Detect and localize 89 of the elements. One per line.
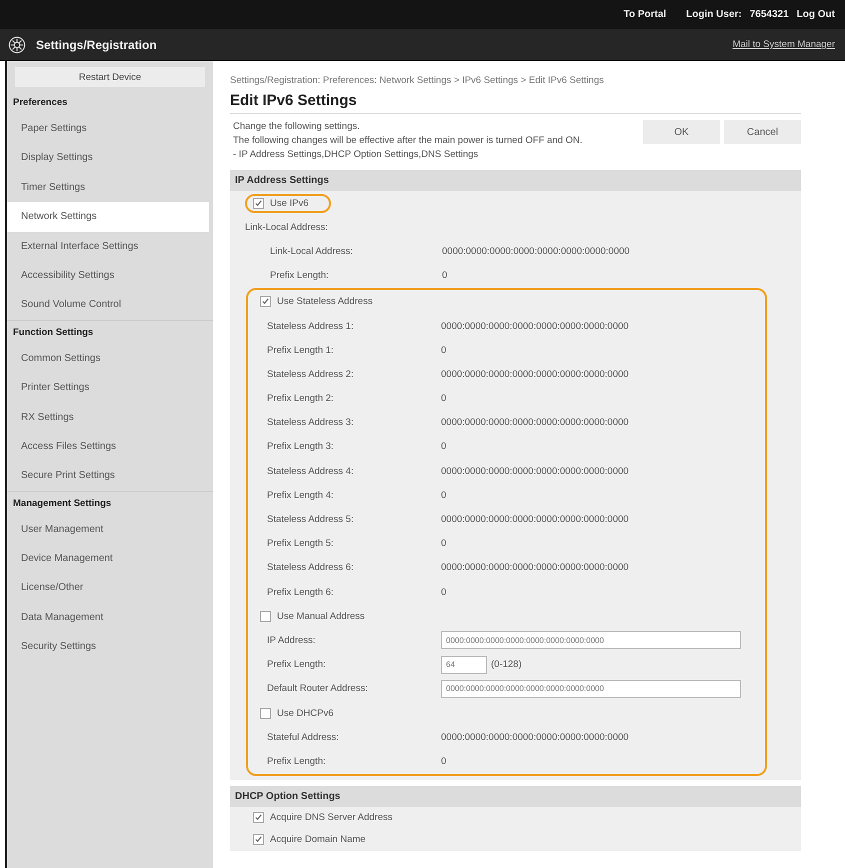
field-label: Prefix Length 5:	[267, 538, 335, 550]
field-label: Stateless Address 3:	[267, 417, 355, 428]
intro-text: Change the following settings.	[233, 120, 361, 134]
sidebar-item[interactable]: Security Settings	[7, 632, 209, 662]
sidebar-item[interactable]: Paper Settings	[7, 114, 209, 144]
login-label: Login User:	[686, 9, 742, 20]
field-label: Prefix Length:	[267, 659, 327, 670]
input-field[interactable]: 64	[441, 656, 487, 674]
field-label: Stateless Address 4:	[267, 466, 355, 477]
field-value: 0000:0000:0000:0000:0000:0000:0000:0000	[441, 320, 629, 332]
intro-text: - IP Address Settings,DHCP Option Settings,DNS Settings	[233, 148, 480, 162]
sidebar-item[interactable]: Device Management	[7, 544, 209, 574]
checkbox[interactable]	[260, 296, 271, 308]
sidebar-item[interactable]: Access Files Settings	[7, 432, 209, 462]
field-value: 0	[442, 270, 448, 282]
field-value: 0	[441, 393, 446, 404]
field-label: IP Address:	[267, 634, 316, 646]
field-label: Prefix Length:	[270, 270, 330, 282]
field-label: Prefix Length 3:	[267, 441, 335, 452]
field-label: Stateless Address 6:	[267, 562, 355, 574]
field-value: 0	[441, 344, 446, 356]
sidebar-item[interactable]: Display Settings	[7, 143, 209, 173]
app-title: Settings/Registration	[36, 38, 158, 52]
field-value: 0000:0000:0000:0000:0000:0000:0000:0000	[441, 514, 629, 526]
sidebar-heading: Function Settings	[7, 320, 213, 344]
sidebar-item[interactable]: Secure Print Settings	[7, 461, 209, 491]
portal-link[interactable]: To Portal	[624, 9, 666, 20]
sidebar-item[interactable]: Timer Settings	[7, 172, 209, 202]
cancel-button[interactable]: Cancel	[724, 120, 801, 144]
sidebar-item[interactable]: Network Settings	[7, 202, 209, 232]
sidebar-item[interactable]: Printer Settings	[7, 373, 209, 403]
field-label: Stateless Address 1:	[267, 320, 355, 332]
field-value: 0	[441, 538, 446, 550]
field-label: Prefix Length:	[267, 756, 327, 767]
logout-link[interactable]: Log Out	[796, 9, 835, 20]
field-value: 0	[441, 490, 446, 501]
sidebar-item[interactable]: RX Settings	[7, 402, 209, 432]
checkbox-label: Use DHCPv6	[277, 708, 334, 719]
field-value: 0000:0000:0000:0000:0000:0000:0000:0000	[441, 417, 629, 428]
checkbox-label: Acquire Domain Name	[270, 834, 366, 845]
page-title: Edit IPv6 Settings	[230, 92, 801, 114]
checkbox-label: Use Manual Address	[277, 610, 365, 622]
checkbox[interactable]	[253, 198, 264, 209]
checkbox[interactable]	[253, 834, 264, 845]
sidebar-item[interactable]: Accessibility Settings	[7, 260, 209, 290]
sidebar-item[interactable]: Sound Volume Control	[7, 290, 209, 320]
restart-button[interactable]: Restart Device	[15, 67, 205, 87]
field-value: 0	[441, 756, 446, 767]
range-hint: (0-128)	[491, 659, 522, 670]
sidebar-heading: Preferences	[12, 96, 68, 110]
field-label: Stateless Address 5:	[267, 514, 355, 526]
sidebar-heading: Management Settings	[7, 490, 213, 515]
checkbox-label: Use IPv6	[270, 198, 309, 209]
input-field[interactable]: 0000:0000:0000:0000:0000:0000:0000:0000	[441, 680, 741, 698]
checkbox[interactable]	[253, 812, 264, 823]
field-label: Stateless Address 2:	[267, 368, 355, 380]
sidebar-item[interactable]: Common Settings	[7, 344, 209, 374]
field-value: 0000:0000:0000:0000:0000:0000:0000:0000	[441, 466, 629, 477]
section-heading: IP Address Settings	[230, 170, 801, 191]
settings-icon	[8, 36, 26, 54]
input-field[interactable]: 0000:0000:0000:0000:0000:0000:0000:0000	[441, 631, 741, 650]
sidebar-item[interactable]: User Management	[7, 514, 209, 544]
sidebar-item[interactable]: License/Other	[7, 573, 209, 603]
sidebar-item[interactable]: External Interface Settings	[7, 232, 209, 261]
field-value: 0	[441, 441, 446, 452]
login-user: 7654321	[750, 9, 789, 20]
checkbox[interactable]	[260, 708, 271, 719]
field-value: 0000:0000:0000:0000:0000:0000:0000:0000	[441, 368, 629, 380]
field-value: 0000:0000:0000:0000:0000:0000:0000:0000	[442, 246, 630, 257]
field-label: Prefix Length 1:	[267, 344, 335, 356]
field-value: 0	[441, 586, 446, 598]
mail-link[interactable]: Mail to System Manager	[732, 39, 835, 50]
field-label: Stateful Address:	[267, 732, 340, 743]
sidebar-item[interactable]: Data Management	[7, 602, 209, 632]
section-heading: DHCP Option Settings	[230, 786, 801, 806]
ok-button[interactable]: OK	[643, 120, 720, 144]
checkbox-label: Use Stateless Address	[277, 296, 373, 308]
field-label: Prefix Length 2:	[267, 393, 335, 404]
field-label: Prefix Length 4:	[267, 490, 335, 501]
field-label: Default Router Address:	[267, 683, 369, 694]
field-label: Link-Local Address:	[270, 246, 354, 257]
checkbox-label: Acquire DNS Server Address	[270, 812, 392, 823]
checkbox[interactable]	[260, 610, 271, 622]
field-value: 0000:0000:0000:0000:0000:0000:0000:0000	[441, 562, 629, 574]
field-value: 0000:0000:0000:0000:0000:0000:0000:0000	[441, 732, 629, 743]
field-group-label: Link-Local Address:	[245, 222, 328, 233]
field-label: Prefix Length 6:	[267, 586, 335, 598]
intro-text: The following changes will be effective after the main power is turned OFF and ON.	[233, 134, 582, 148]
breadcrumb: Settings/Registration: Preferences: Network Settings > IPv6 Settings > Edit IPv6 Settings	[230, 75, 605, 86]
